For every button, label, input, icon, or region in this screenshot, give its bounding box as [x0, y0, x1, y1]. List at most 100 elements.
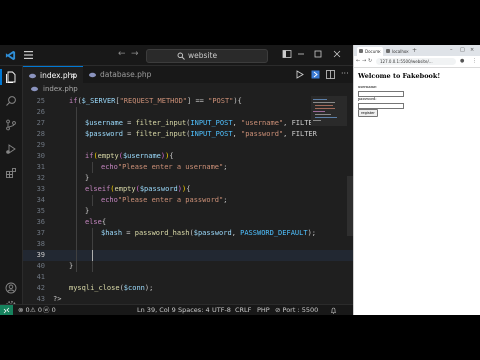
close-icon[interactable] [332, 49, 342, 59]
browser-close-button[interactable]: × [470, 46, 474, 55]
code-line[interactable]: 40} [23, 261, 353, 272]
errors-count[interactable]: ⊗ 0 [18, 305, 30, 315]
run-debug-icon[interactable] [5, 143, 17, 155]
code-token: ; [223, 196, 228, 204]
browser-menu-icon[interactable]: ⋮ [472, 57, 477, 66]
browser-tab-document[interactable]: Docum × [357, 47, 383, 56]
line-number: 25 [36, 97, 45, 105]
cursor-position[interactable]: Ln 39, Col 9 [137, 305, 176, 315]
code-line[interactable]: 26 [23, 107, 353, 118]
code-line[interactable]: 41 [23, 272, 353, 283]
browser-tab-strip: Docum × localho × + – □ × [354, 45, 480, 56]
text-cursor [92, 250, 93, 261]
code-token: filter_input [135, 119, 187, 127]
more-actions-icon[interactable]: ··· [341, 66, 349, 81]
php-preview-icon[interactable] [311, 70, 320, 79]
live-server-port[interactable]: ⊘ Port : 5500 [275, 305, 318, 315]
code-line[interactable]: 37 $hash = password_hash($password, PASSW… [23, 228, 353, 239]
code-line[interactable]: 39 [23, 250, 353, 261]
code-line[interactable]: 28 $password = filter_input(INPUT_POST, "… [23, 129, 353, 140]
code-token: ] == [187, 97, 209, 105]
maximize-icon[interactable] [313, 49, 323, 59]
code-line[interactable]: 31 echo"Please enter a username"; [23, 162, 353, 173]
code-line[interactable]: 33 elseif(empty($password)){ [23, 184, 353, 195]
browser-maximize-button[interactable]: □ [460, 46, 465, 55]
code-line[interactable]: 35} [23, 206, 353, 217]
language-mode[interactable]: PHP [257, 305, 270, 315]
code-token: $conn [123, 284, 145, 292]
address-bar[interactable]: 127.0.0.1:5500/website/... [376, 58, 456, 65]
register-button[interactable]: register [358, 109, 378, 117]
code-token: ; [223, 163, 228, 171]
browser-tab-localhost[interactable]: localho × [384, 47, 411, 56]
ports-count[interactable]: ⓦ 0 [43, 305, 56, 315]
web-page: Welcome to Fakebook! username: password:… [354, 68, 480, 315]
code-token: , [231, 229, 241, 237]
browser-reload-icon[interactable]: ↻ [368, 57, 372, 66]
line-number: 28 [36, 130, 45, 138]
layout-icon[interactable] [282, 49, 292, 59]
code-token: INPUT_POST [190, 119, 233, 127]
warnings-count[interactable]: ⚠ 0 [30, 305, 42, 315]
tab-close-icon[interactable]: × [70, 67, 77, 84]
tab-database-php[interactable]: database.php [83, 66, 153, 83]
code-text: mysqli_close($conn); [69, 283, 153, 294]
code-text: } [69, 261, 73, 272]
code-line[interactable]: 27 $username = filter_input(INPUT_POST, "… [23, 118, 353, 129]
code-token: = [122, 229, 135, 237]
end-of-line[interactable]: CRLF [235, 305, 251, 315]
line-number: 38 [36, 240, 45, 248]
code-line[interactable]: 29 [23, 140, 353, 151]
explorer-icon[interactable] [5, 71, 17, 83]
accounts-icon[interactable] [5, 282, 17, 294]
browser-profile-icon[interactable]: ● [460, 57, 464, 66]
code-token: empty [114, 185, 136, 193]
browser-tab-close-icon[interactable]: × [378, 47, 381, 56]
code-line[interactable]: 36 else{ [23, 217, 353, 228]
code-line[interactable]: 38 [23, 239, 353, 250]
menu-icon[interactable] [24, 51, 33, 59]
breadcrumb: index.php [23, 83, 353, 95]
command-center-search[interactable]: website [146, 49, 268, 63]
back-arrow-icon[interactable]: ← [118, 49, 126, 60]
forward-arrow-icon[interactable]: → [131, 49, 139, 60]
line-number: 34 [36, 196, 45, 204]
breadcrumb-file[interactable]: index.php [43, 83, 78, 95]
code-text: elseif(empty($password)){ [85, 184, 190, 195]
code-line[interactable]: 42 mysqli_close($conn); [23, 283, 353, 294]
browser-back-icon[interactable]: ← [356, 57, 360, 66]
browser-forward-icon[interactable]: → [362, 57, 366, 66]
code-text: } [85, 206, 89, 217]
code-token: empty [97, 152, 119, 160]
line-number: 42 [36, 284, 45, 292]
code-token: PASSWORD_DEFAULT [240, 229, 308, 237]
code-line[interactable]: 30 if(empty($username)){ [23, 151, 353, 162]
browser-minimize-button[interactable]: – [450, 46, 453, 55]
page-favicon-icon [359, 49, 363, 53]
search-icon[interactable] [5, 95, 17, 107]
code-token: "Please enter a username" [117, 163, 224, 171]
run-icon[interactable] [295, 70, 304, 79]
code-text: $hash = password_hash($password, PASSWOR… [101, 228, 316, 239]
encoding[interactable]: UTF-8 [212, 305, 231, 315]
new-tab-button[interactable]: + [412, 46, 417, 55]
minimize-icon[interactable] [296, 49, 306, 59]
code-token: $username [122, 152, 161, 160]
code-line[interactable]: 34 echo"Please enter a password"; [23, 195, 353, 206]
remote-indicator[interactable] [0, 305, 13, 315]
notifications-bell-icon[interactable] [330, 307, 337, 314]
tab-label: database.php [100, 70, 152, 79]
indentation[interactable]: Spaces: 4 [178, 305, 210, 315]
browser-tab-close-icon[interactable]: × [406, 47, 409, 56]
code-editor[interactable]: 25 if($_SERVER["REQUEST_METHOD"] == "POST… [23, 96, 353, 306]
tab-index-php[interactable]: index.php × [23, 66, 83, 84]
line-number: 36 [36, 218, 45, 226]
code-line[interactable]: 32} [23, 173, 353, 184]
minimap[interactable] [311, 96, 347, 156]
source-control-icon[interactable] [5, 119, 17, 131]
page-heading: Welcome to Fakebook! [358, 72, 441, 80]
extensions-icon[interactable] [5, 167, 17, 179]
code-line[interactable]: 25 if($_SERVER["REQUEST_METHOD"] == "POST… [23, 96, 353, 107]
code-token: } [85, 174, 90, 182]
split-editor-icon[interactable] [326, 70, 335, 79]
